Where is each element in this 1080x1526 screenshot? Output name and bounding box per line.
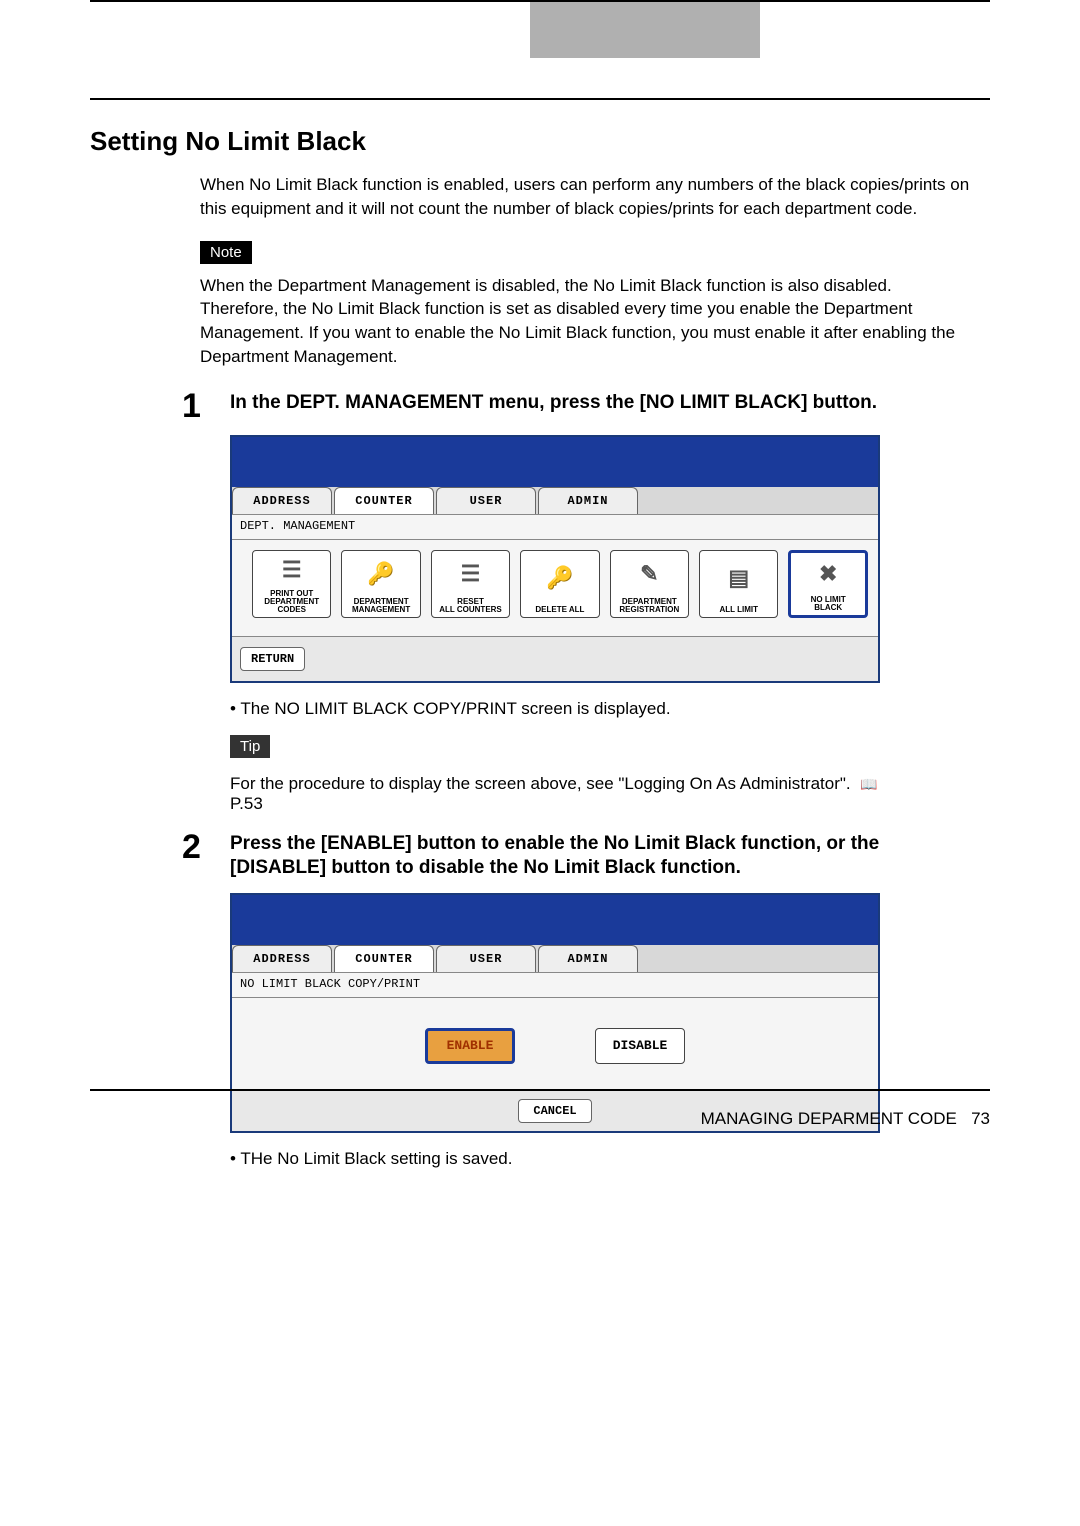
tab-user[interactable]: USER bbox=[436, 487, 536, 514]
note-paragraph: When the Department Management is disabl… bbox=[200, 274, 970, 369]
dept-management-screenshot: ADDRESS COUNTER USER ADMIN DEPT. MANAGEM… bbox=[230, 435, 880, 683]
screen-tabs: ADDRESS COUNTER USER ADMIN bbox=[232, 945, 878, 973]
step-2: 2 Press the [ENABLE] button to enable th… bbox=[90, 830, 990, 881]
footer-page-number: 73 bbox=[971, 1109, 990, 1128]
return-button[interactable]: RETURN bbox=[240, 647, 305, 671]
section-heading: Setting No Limit Black bbox=[90, 126, 990, 157]
all-limit-button[interactable]: ▤ALL LIMIT bbox=[699, 550, 778, 618]
print-dept-codes-button[interactable]: ☰PRINT OUT DEPARTMENT CODES bbox=[252, 550, 331, 618]
step-number: 1 bbox=[182, 389, 222, 423]
tab-user[interactable]: USER bbox=[436, 945, 536, 972]
screen-subtitle: DEPT. MANAGEMENT bbox=[232, 515, 878, 540]
step-instruction: In the DEPT. MANAGEMENT menu, press the … bbox=[230, 389, 970, 423]
page-top-border bbox=[90, 0, 990, 58]
footer-rule bbox=[90, 1089, 990, 1091]
cross-icon: ✖ bbox=[819, 553, 837, 596]
footer-text: MANAGING DEPARMENT CODE 73 bbox=[90, 1109, 990, 1129]
reset-counters-button[interactable]: ☰RESET ALL COUNTERS bbox=[431, 550, 510, 618]
tip-page-ref: P.53 bbox=[230, 794, 263, 813]
tab-counter[interactable]: COUNTER bbox=[334, 487, 434, 514]
button-label: RESET ALL COUNTERS bbox=[439, 598, 502, 614]
tip-badge: Tip bbox=[230, 735, 270, 758]
tab-address[interactable]: ADDRESS bbox=[232, 945, 332, 972]
intro-paragraph: When No Limit Black function is enabled,… bbox=[200, 173, 970, 221]
key-icon: 🔑 bbox=[546, 551, 573, 606]
enable-disable-row: ENABLE DISABLE bbox=[232, 998, 878, 1090]
header-gray-block bbox=[530, 2, 760, 58]
enable-button[interactable]: ENABLE bbox=[425, 1028, 515, 1064]
button-label: DELETE ALL bbox=[535, 606, 584, 614]
note-badge: Note bbox=[200, 241, 252, 264]
tip-text: For the procedure to display the screen … bbox=[230, 774, 851, 793]
step-instruction: Press the [ENABLE] button to enable the … bbox=[230, 830, 970, 881]
stack-icon: ▤ bbox=[728, 551, 749, 606]
button-label: DEPARTMENT MANAGEMENT bbox=[352, 598, 410, 614]
dept-registration-button[interactable]: ✎DEPARTMENT REGISTRATION bbox=[610, 550, 689, 618]
button-label: DEPARTMENT REGISTRATION bbox=[619, 598, 679, 614]
step-number: 2 bbox=[182, 830, 222, 881]
tab-counter[interactable]: COUNTER bbox=[334, 945, 434, 972]
screen-tabs: ADDRESS COUNTER USER ADMIN bbox=[232, 487, 878, 515]
tab-admin[interactable]: ADMIN bbox=[538, 487, 638, 514]
page-footer: MANAGING DEPARMENT CODE 73 bbox=[90, 1089, 990, 1129]
disable-button[interactable]: DISABLE bbox=[595, 1028, 685, 1064]
button-label: PRINT OUT DEPARTMENT CODES bbox=[253, 590, 330, 614]
screen-banner bbox=[232, 437, 878, 487]
book-icon bbox=[860, 774, 877, 793]
step1-result-bullet: • The NO LIMIT BLACK COPY/PRINT screen i… bbox=[230, 699, 970, 719]
list-icon: ☰ bbox=[282, 551, 302, 590]
step-1: 1 In the DEPT. MANAGEMENT menu, press th… bbox=[90, 389, 990, 423]
screen-footer: RETURN bbox=[232, 636, 878, 681]
screen-subtitle: NO LIMIT BLACK COPY/PRINT bbox=[232, 973, 878, 998]
delete-all-button[interactable]: 🔑DELETE ALL bbox=[520, 550, 599, 618]
step2-result-bullet: • THe No Limit Black setting is saved. bbox=[230, 1149, 970, 1169]
key-icon: 🔑 bbox=[367, 551, 394, 598]
button-label: NO LIMIT BLACK bbox=[811, 596, 846, 612]
no-limit-black-button[interactable]: ✖NO LIMIT BLACK bbox=[788, 550, 868, 618]
horizontal-rule bbox=[90, 98, 990, 100]
dept-management-button[interactable]: 🔑DEPARTMENT MANAGEMENT bbox=[341, 550, 420, 618]
button-label: ALL LIMIT bbox=[719, 606, 758, 614]
tab-admin[interactable]: ADMIN bbox=[538, 945, 638, 972]
footer-section: MANAGING DEPARMENT CODE bbox=[701, 1109, 957, 1128]
icon-button-row: ☰PRINT OUT DEPARTMENT CODES 🔑DEPARTMENT … bbox=[232, 540, 878, 636]
tip-paragraph: For the procedure to display the screen … bbox=[230, 774, 970, 814]
tab-address[interactable]: ADDRESS bbox=[232, 487, 332, 514]
screen-banner bbox=[232, 895, 878, 945]
list-icon: ☰ bbox=[461, 551, 481, 598]
pencil-icon: ✎ bbox=[640, 551, 658, 598]
